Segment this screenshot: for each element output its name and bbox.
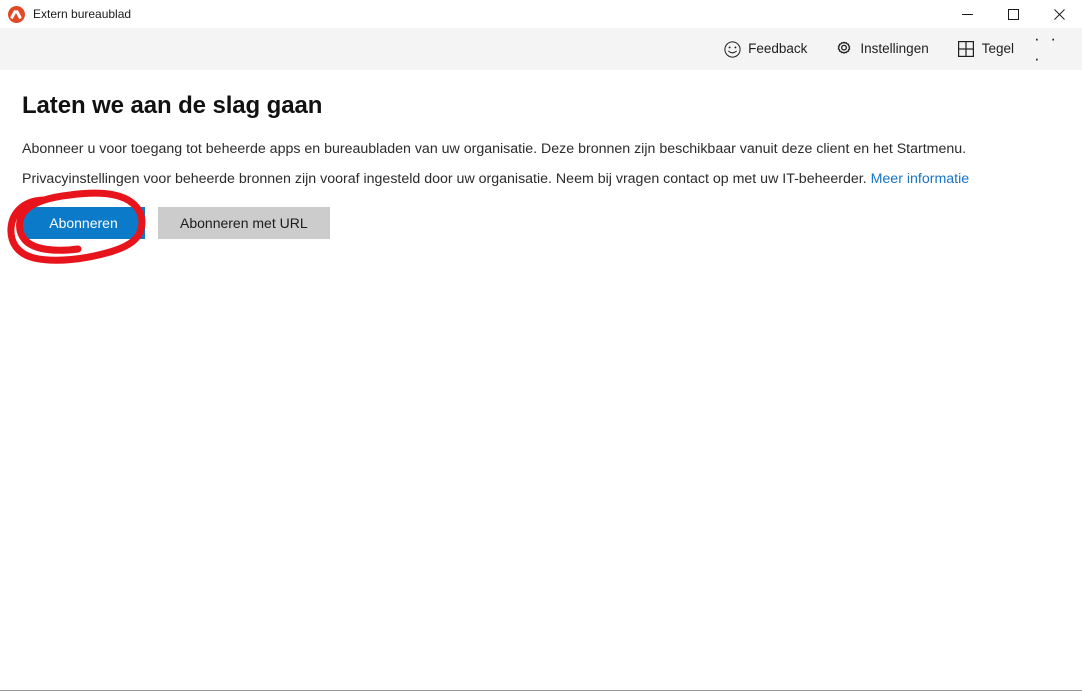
remote-desktop-icon: [8, 5, 25, 23]
subscribe-with-url-button[interactable]: Abonneren met URL: [158, 206, 330, 239]
toolbar-label-settings: Instellingen: [860, 41, 929, 57]
intro-paragraph: Abonneer u voor toegang tot beheerde app…: [22, 140, 967, 157]
toolbar-item-settings[interactable]: Instellingen: [825, 32, 938, 66]
title-bar: Extern bureaublad: [0, 0, 1082, 28]
gear-icon: [835, 40, 853, 58]
toolbar-item-tile[interactable]: Tegel: [947, 32, 1024, 66]
window-title: Extern bureaublad: [33, 7, 132, 21]
page-title: Laten we aan de slag gaan: [22, 92, 323, 119]
privacy-paragraph: Privacyinstellingen voor beheerde bronne…: [22, 170, 1060, 189]
maximize-button[interactable]: [990, 0, 1036, 28]
app-window: Extern bureaublad Feedback Instellingen …: [0, 0, 1082, 691]
action-button-row: Abonneren Abonneren met URL: [22, 206, 1060, 239]
close-button[interactable]: [1036, 0, 1082, 28]
minimize-icon: [961, 13, 973, 15]
main-content: Laten we aan de slag gaan Abonneer u voo…: [0, 70, 1082, 690]
privacy-paragraph-text: Privacyinstellingen voor beheerde bronne…: [22, 170, 867, 187]
window-controls: [944, 0, 1082, 28]
title-bar-left: Extern bureaublad: [0, 5, 132, 23]
maximize-icon: [1007, 8, 1019, 20]
subscribe-button[interactable]: Abonneren: [22, 206, 145, 239]
smiley-face-icon: [723, 40, 741, 58]
toolbar-item-feedback[interactable]: Feedback: [713, 32, 817, 66]
ellipsis-icon: · · ·: [1034, 29, 1060, 68]
close-icon: [1053, 8, 1065, 20]
more-info-link[interactable]: Meer informatie: [871, 171, 970, 187]
grid-tile-icon: [957, 40, 975, 58]
command-bar: Feedback Instellingen Tegel · · ·: [0, 28, 1082, 70]
toolbar-overflow-button[interactable]: · · ·: [1034, 29, 1072, 68]
toolbar-label-tile: Tegel: [981, 41, 1014, 57]
minimize-button[interactable]: [944, 0, 990, 28]
toolbar-label-feedback: Feedback: [748, 41, 808, 57]
